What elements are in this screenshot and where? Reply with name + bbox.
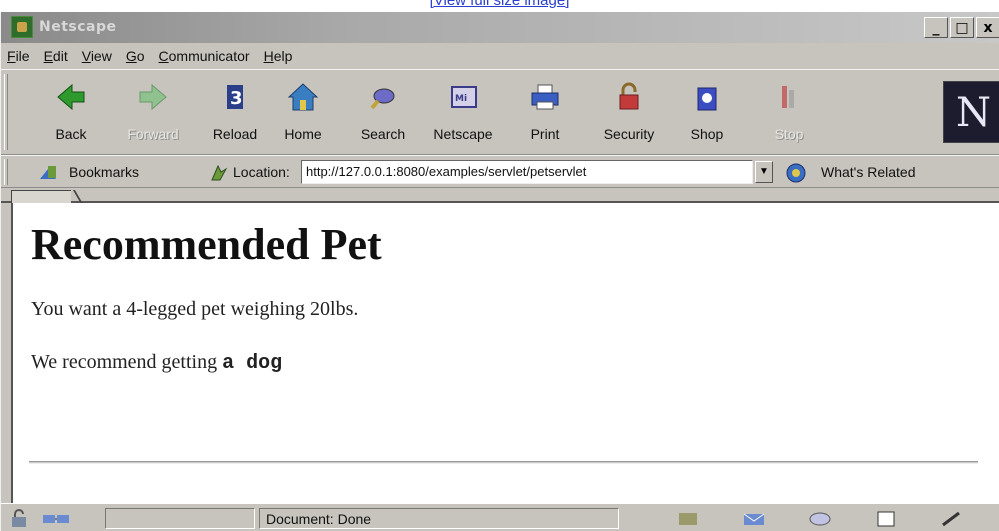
padlock-icon xyxy=(619,82,639,110)
netscape-portal-icon: Mi xyxy=(451,86,477,108)
composer-icon[interactable] xyxy=(873,510,899,528)
search-button[interactable]: Search xyxy=(343,78,423,148)
home-button[interactable]: Home xyxy=(263,78,343,148)
netscape-logo[interactable]: N xyxy=(943,81,999,143)
minimize-button[interactable]: _ xyxy=(924,17,948,38)
forward-label: Forward xyxy=(127,126,179,142)
shop-label: Shop xyxy=(690,126,724,142)
menu-view[interactable]: View xyxy=(82,48,112,64)
search-label: Search xyxy=(360,126,406,142)
progress-bar xyxy=(105,508,255,529)
netscape-button[interactable]: Mi Netscape xyxy=(423,78,503,148)
printer-icon xyxy=(531,84,559,110)
svg-text:3: 3 xyxy=(230,88,243,109)
back-button[interactable]: Back xyxy=(31,78,111,148)
discussions-icon[interactable] xyxy=(807,510,833,528)
pet-description: You want a 4-legged pet weighing 20lbs. xyxy=(31,298,359,320)
forward-arrow-icon xyxy=(139,83,167,111)
menu-go[interactable]: Go xyxy=(126,48,145,64)
horizontal-rule xyxy=(29,461,978,464)
collapsed-toolbar-tab[interactable] xyxy=(11,190,71,203)
security-status-icon[interactable] xyxy=(9,509,35,529)
back-label: Back xyxy=(55,126,87,142)
location-toolbar-grip[interactable] xyxy=(4,159,8,185)
recommendation-line: We recommend getting a dog xyxy=(31,351,282,375)
url-input[interactable]: http://127.0.0.1:8080/examples/servlet/p… xyxy=(301,160,753,184)
stop-icon xyxy=(782,86,794,108)
location-toolbar: Bookmarks Location: http://127.0.0.1:808… xyxy=(1,155,999,188)
menu-help[interactable]: Help xyxy=(264,48,293,64)
toolbar-grip[interactable] xyxy=(4,74,8,150)
menu-bar: File Edit View Go Communicator Help xyxy=(1,43,999,69)
url-dropdown-button[interactable]: ▼ xyxy=(755,161,773,183)
window-title: Netscape xyxy=(39,19,117,35)
stop-label: Stop xyxy=(774,126,804,142)
back-arrow-icon xyxy=(57,83,85,111)
mail-icon[interactable] xyxy=(741,510,767,528)
connection-status-icon[interactable] xyxy=(41,509,71,529)
view-full-size-link[interactable]: [View full size image] xyxy=(430,0,570,9)
maximize-button[interactable]: □ xyxy=(950,17,974,38)
shop-bag-icon xyxy=(697,87,717,111)
recommendation-prefix: We recommend getting xyxy=(31,351,223,373)
stop-button[interactable]: Stop xyxy=(749,78,829,148)
location-label: Location: xyxy=(233,164,290,180)
shop-button[interactable]: Shop xyxy=(667,78,747,148)
whats-related-icon[interactable] xyxy=(785,162,809,184)
home-label: Home xyxy=(284,126,322,142)
personal-toolbar-collapsed xyxy=(1,188,999,203)
page-content: Recommended Pet You want a 4-legged pet … xyxy=(11,203,999,503)
home-icon xyxy=(287,83,319,111)
edit-pen-icon[interactable] xyxy=(939,510,965,528)
menu-file[interactable]: File xyxy=(7,48,30,64)
print-label: Print xyxy=(530,126,560,142)
chevron-down-icon: ▼ xyxy=(759,166,769,177)
location-page-icon[interactable] xyxy=(209,163,229,183)
recommended-pet: a dog xyxy=(222,352,283,375)
browser-window: Netscape _ □ x File Edit View Go Communi… xyxy=(0,12,999,531)
page-heading: Recommended Pet xyxy=(31,220,382,269)
search-icon xyxy=(370,88,395,110)
close-button[interactable]: x xyxy=(976,17,999,38)
bookmarks-icon[interactable] xyxy=(36,163,62,183)
title-bar[interactable]: Netscape _ □ x xyxy=(1,12,999,43)
menu-communicator[interactable]: Communicator xyxy=(159,48,250,64)
security-button[interactable]: Security xyxy=(589,78,669,148)
menu-edit[interactable]: Edit xyxy=(44,48,68,64)
status-text: Document: Done xyxy=(259,508,619,529)
component-bar xyxy=(621,508,999,529)
svg-text:Mi: Mi xyxy=(455,94,467,104)
bookmarks-button[interactable]: Bookmarks xyxy=(69,164,139,180)
window-controls: _ □ x xyxy=(924,17,999,39)
whats-related-button[interactable]: What's Related xyxy=(821,164,916,180)
netscape-logo-letter: N xyxy=(956,90,991,136)
netscape-label: Netscape xyxy=(433,126,493,142)
reload-icon: 3 xyxy=(227,85,243,109)
navigator-icon[interactable] xyxy=(675,510,701,528)
forward-button[interactable]: Forward xyxy=(113,78,193,148)
view-full-size-link-row: [View full size image] xyxy=(0,0,999,12)
netscape-app-icon xyxy=(11,16,33,38)
security-label: Security xyxy=(603,126,655,142)
status-bar: Document: Done xyxy=(1,503,999,531)
navigation-toolbar: Back Forward 3 Reload Home Search Mi Net… xyxy=(1,69,999,155)
print-button[interactable]: Print xyxy=(505,78,585,148)
